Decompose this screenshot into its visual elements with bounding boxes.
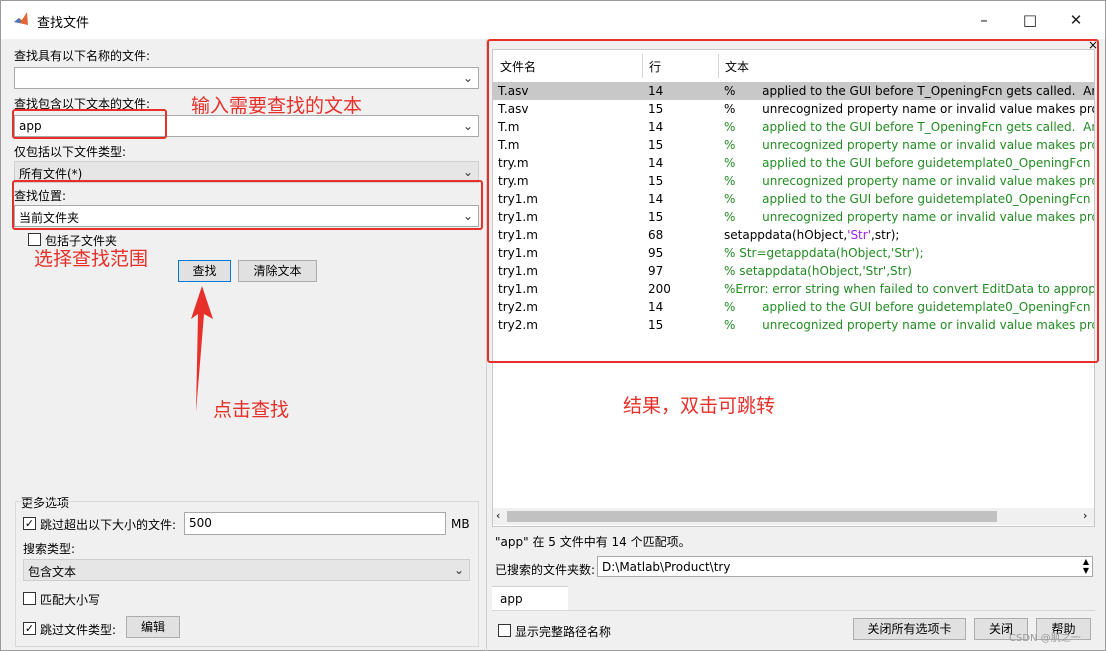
skip-types-checkbox[interactable]: ✓ <box>23 622 36 635</box>
scroll-left-icon[interactable]: ‹ <box>496 509 500 522</box>
match-case-label: 匹配大小写 <box>40 593 101 607</box>
spinner-icon[interactable]: ▲ ▼ <box>1083 557 1089 575</box>
skip-size-label: 跳过超出以下大小的文件: <box>40 518 177 532</box>
close-all-tabs-button[interactable]: 关闭所有选项卡 <box>853 618 966 640</box>
name-label: 查找具有以下名称的文件: <box>14 49 151 63</box>
searched-folders-path: D:\Matlab\Product\try <box>602 560 731 574</box>
search-type-label: 搜索类型: <box>23 542 76 556</box>
match-summary: "app" 在 5 文件中有 14 个匹配项。 <box>495 535 691 549</box>
skip-size-checkbox[interactable]: ✓ <box>23 517 36 530</box>
search-type-select[interactable]: 包含文本 ⌄ <box>23 559 470 581</box>
annotation-box-results <box>487 39 1099 363</box>
annotation-input-text: 输入需要查找的文本 <box>191 95 363 117</box>
scroll-thumb[interactable] <box>507 511 997 522</box>
minimize-icon[interactable]: – <box>969 7 999 33</box>
chevron-down-icon: ⌄ <box>453 563 464 577</box>
chevron-down-icon: ⌄ <box>462 165 473 179</box>
match-case-checkbox[interactable] <box>23 592 36 605</box>
annotation-arrow-icon <box>191 286 213 412</box>
skip-size-input[interactable]: 500 <box>184 512 446 535</box>
horizontal-scrollbar[interactable]: ‹ › <box>493 508 1094 525</box>
annotation-click-find: 点击查找 <box>213 399 290 421</box>
skip-size-value: 500 <box>189 516 212 530</box>
matlab-logo-icon <box>14 12 28 25</box>
maximize-icon[interactable]: □ <box>1015 7 1045 33</box>
type-label: 仅包括以下文件类型: <box>14 145 127 159</box>
close-icon[interactable]: ✕ <box>1061 7 1091 33</box>
name-field[interactable]: ⌄ <box>14 67 479 89</box>
title-bar: 查找文件 – □ ✕ <box>1 1 1105 39</box>
file-type-value: 所有文件(*) <box>19 167 83 181</box>
searched-folders-label: 已搜索的文件夹数: <box>495 563 596 577</box>
clear-text-button[interactable]: 清除文本 <box>238 260 317 282</box>
find-files-window: 查找文件 – □ ✕ 查找具有以下名称的文件: ⌄ 查找包含以下文本的文件: a… <box>0 0 1106 651</box>
chevron-down-icon: ⌄ <box>462 71 473 85</box>
chevron-down-icon: ⌄ <box>462 119 473 133</box>
tab-underline <box>492 610 1095 611</box>
find-button[interactable]: 查找 <box>178 260 231 282</box>
search-type-value: 包含文本 <box>28 565 77 579</box>
searched-folders-field[interactable]: D:\Matlab\Product\try ▲ ▼ <box>597 556 1093 577</box>
annotation-result-hint: 结果，双击可跳转 <box>623 395 776 417</box>
window-title: 查找文件 <box>37 16 90 31</box>
annotation-box-location <box>12 180 483 230</box>
watermark: CSDN @肌之一 <box>1009 633 1081 644</box>
edit-button[interactable]: 编辑 <box>126 616 180 638</box>
size-unit: MB <box>451 517 470 531</box>
tab-app[interactable]: app <box>492 586 568 610</box>
annotation-choose-scope: 选择查找范围 <box>34 248 149 270</box>
annotation-box-text <box>12 109 167 139</box>
skip-types-label: 跳过文件类型: <box>40 623 117 637</box>
scroll-right-icon[interactable]: › <box>1083 509 1087 522</box>
full-path-label: 显示完整路径名称 <box>515 625 612 639</box>
full-path-checkbox[interactable] <box>498 624 511 637</box>
